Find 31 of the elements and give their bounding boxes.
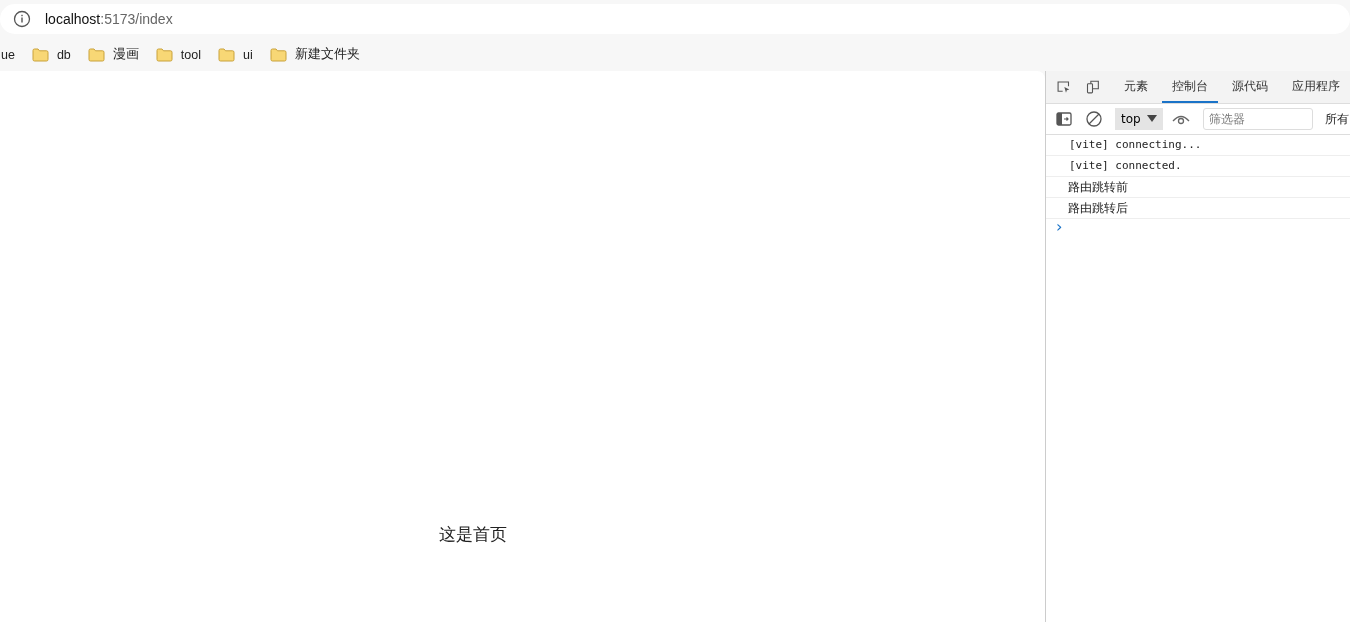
folder-icon: [217, 47, 235, 62]
devtools-tab[interactable]: 元素: [1114, 71, 1158, 103]
address-bar[interactable]: localhost:5173/index: [0, 4, 1350, 34]
folder-icon: [87, 47, 105, 62]
folder-icon: [155, 47, 173, 62]
bookmark-folder[interactable]: tool: [155, 47, 201, 62]
bookmark-folder[interactable]: 新建文件夹: [269, 46, 360, 63]
devtools-tab[interactable]: 应用程序: [1282, 71, 1350, 103]
devtools-tab[interactable]: 源代码: [1222, 71, 1278, 103]
sidebar-toggle-icon[interactable]: [1055, 110, 1073, 128]
console-message: [vite] connected.: [1046, 156, 1350, 177]
bookmark[interactable]: ue: [1, 47, 15, 62]
console-prompt[interactable]: ›: [1046, 219, 1063, 235]
folder-icon: [269, 47, 287, 62]
page-text: 这是首页: [438, 523, 507, 546]
bookmark-folder[interactable]: ui: [217, 47, 253, 62]
filter-field[interactable]: 筛选器: [1202, 108, 1313, 130]
url-text: localhost:5173/index: [45, 11, 173, 27]
folder-icon: [31, 47, 49, 62]
bookmark-folder[interactable]: db: [31, 47, 71, 62]
bookmark-folder[interactable]: 漫画: [87, 46, 139, 63]
caret-icon: [1146, 115, 1157, 123]
console-message: 路由跳转前: [1046, 177, 1350, 198]
info-icon[interactable]: [13, 10, 31, 28]
device-icon[interactable]: [1085, 78, 1100, 96]
devtools-tab[interactable]: 控制台: [1162, 71, 1218, 103]
console-message: 路由跳转后: [1046, 198, 1350, 219]
levels-dropdown[interactable]: 所有: [1324, 110, 1349, 128]
context-dropdown[interactable]: top: [1115, 108, 1163, 130]
console-message: [vite] connecting...: [1046, 135, 1350, 156]
clear-icon[interactable]: [1085, 110, 1103, 128]
